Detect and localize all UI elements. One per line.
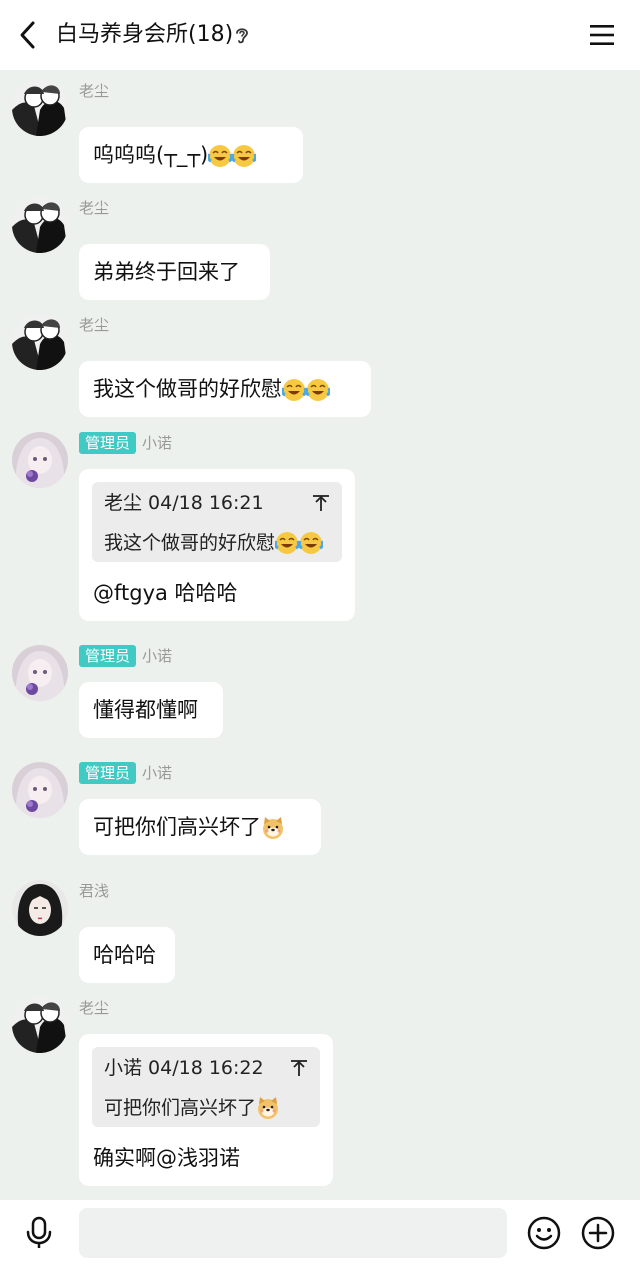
- sender-name: 君浅: [79, 882, 110, 900]
- avatar[interactable]: [12, 880, 68, 936]
- sender-name: 小诺: [142, 764, 173, 782]
- cry-laugh-emoji-icon: [306, 379, 330, 401]
- quoted-message[interactable]: 小诺 04/18 16:22 可把你们高兴坏了: [92, 1047, 320, 1127]
- hamburger-menu-icon: [590, 25, 614, 45]
- quote-body: 我这个做哥的好欣慰: [104, 524, 330, 562]
- message-text: 确实啊@浅羽诺: [93, 1146, 240, 1170]
- message-text: 哈哈哈: [93, 943, 156, 967]
- sender-name: 老尘: [79, 199, 110, 217]
- message-bubble[interactable]: 懂得都懂啊: [79, 682, 223, 738]
- message-meta: 管理员 小诺: [79, 645, 172, 667]
- message-bubble[interactable]: 我这个做哥的好欣慰: [79, 361, 371, 417]
- sender-name: 老尘: [79, 82, 110, 100]
- jump-to-original-icon[interactable]: [312, 494, 330, 512]
- quote-author-time: 老尘 04/18 16:21: [104, 492, 264, 514]
- emoji-button[interactable]: [524, 1213, 564, 1253]
- message-input[interactable]: [79, 1208, 507, 1258]
- message-text: @ftgya 哈哈哈: [93, 581, 238, 605]
- quote-header: 老尘 04/18 16:21: [104, 482, 330, 524]
- smiley-icon: [527, 1216, 561, 1250]
- message-meta: 老尘: [79, 314, 109, 336]
- message-text: 呜呜呜(┬_┬): [93, 143, 209, 167]
- admin-badge: 管理员: [79, 645, 137, 667]
- message-bubble[interactable]: 小诺 04/18 16:22 可把你们高兴坏了 确实啊@浅羽诺: [79, 1034, 333, 1186]
- jump-to-original-icon[interactable]: [290, 1059, 308, 1077]
- cry-laugh-emoji-icon: [299, 532, 324, 554]
- microphone-icon: [26, 1216, 52, 1248]
- message-text: 我这个做哥的好欣慰: [93, 377, 282, 401]
- sender-name: 小诺: [142, 434, 173, 452]
- sender-name: 小诺: [142, 647, 173, 665]
- message-meta: 君浅: [79, 880, 109, 902]
- message-bubble[interactable]: 呜呜呜(┬_┬): [79, 127, 303, 183]
- ear-icon: [236, 28, 248, 44]
- avatar[interactable]: [12, 432, 68, 488]
- message-meta: 老尘: [79, 197, 109, 219]
- avatar[interactable]: [12, 80, 68, 136]
- message-bubble[interactable]: 弟弟终于回来了: [79, 244, 270, 300]
- admin-badge: 管理员: [79, 432, 137, 454]
- menu-button[interactable]: [582, 15, 622, 55]
- back-button[interactable]: [10, 15, 46, 55]
- cry-laugh-emoji-icon: [232, 145, 257, 167]
- input-bar: [0, 1200, 640, 1266]
- quote-text: 我这个做哥的好欣慰: [104, 532, 276, 554]
- quote-author-time: 小诺 04/18 16:22: [104, 1057, 264, 1079]
- quoted-message[interactable]: 老尘 04/18 16:21 我这个做哥的好欣慰: [92, 482, 342, 562]
- cry-laugh-emoji-icon: [275, 532, 300, 554]
- message-bubble[interactable]: 老尘 04/18 16:21 我这个做哥的好欣慰 @ftgya 哈哈哈: [79, 469, 355, 621]
- quote-text: 可把你们高兴坏了: [104, 1097, 257, 1119]
- cry-laugh-emoji-icon: [282, 379, 306, 401]
- doge-emoji-icon: [263, 817, 283, 839]
- message-text: 懂得都懂啊: [93, 698, 198, 722]
- avatar[interactable]: [12, 645, 68, 701]
- chevron-left-icon: [20, 21, 35, 49]
- admin-badge: 管理员: [79, 762, 137, 784]
- sender-name: 老尘: [79, 999, 110, 1017]
- cry-laugh-emoji-icon: [208, 145, 233, 167]
- avatar[interactable]: [12, 197, 68, 253]
- avatar[interactable]: [12, 762, 68, 818]
- message-bubble[interactable]: 哈哈哈: [79, 927, 175, 983]
- avatar[interactable]: [12, 997, 68, 1053]
- chat-area[interactable]: 老尘 呜呜呜(┬_┬) 老尘 弟弟终于回来了 老尘 我这个做哥的好欣慰 管理员 …: [0, 70, 640, 1200]
- message-meta: 老尘: [79, 80, 109, 102]
- message-meta: 管理员 小诺: [79, 432, 172, 454]
- message-bubble[interactable]: 可把你们高兴坏了: [79, 799, 321, 855]
- quote-body: 可把你们高兴坏了: [104, 1089, 308, 1127]
- top-bar: 白马养身会所(18): [0, 0, 640, 70]
- message-text: 可把你们高兴坏了: [93, 815, 261, 839]
- plus-circle-icon: [581, 1216, 615, 1250]
- message-meta: 老尘: [79, 997, 109, 1019]
- chat-title: 白马养身会所(18): [56, 22, 234, 47]
- voice-input-button[interactable]: [20, 1214, 58, 1252]
- message-text: 弟弟终于回来了: [93, 260, 240, 284]
- avatar[interactable]: [12, 314, 68, 370]
- quote-header: 小诺 04/18 16:22: [104, 1047, 308, 1089]
- doge-emoji-icon: [258, 1097, 279, 1119]
- sender-name: 老尘: [79, 316, 110, 334]
- more-actions-button[interactable]: [578, 1213, 618, 1253]
- message-meta: 管理员 小诺: [79, 762, 172, 784]
